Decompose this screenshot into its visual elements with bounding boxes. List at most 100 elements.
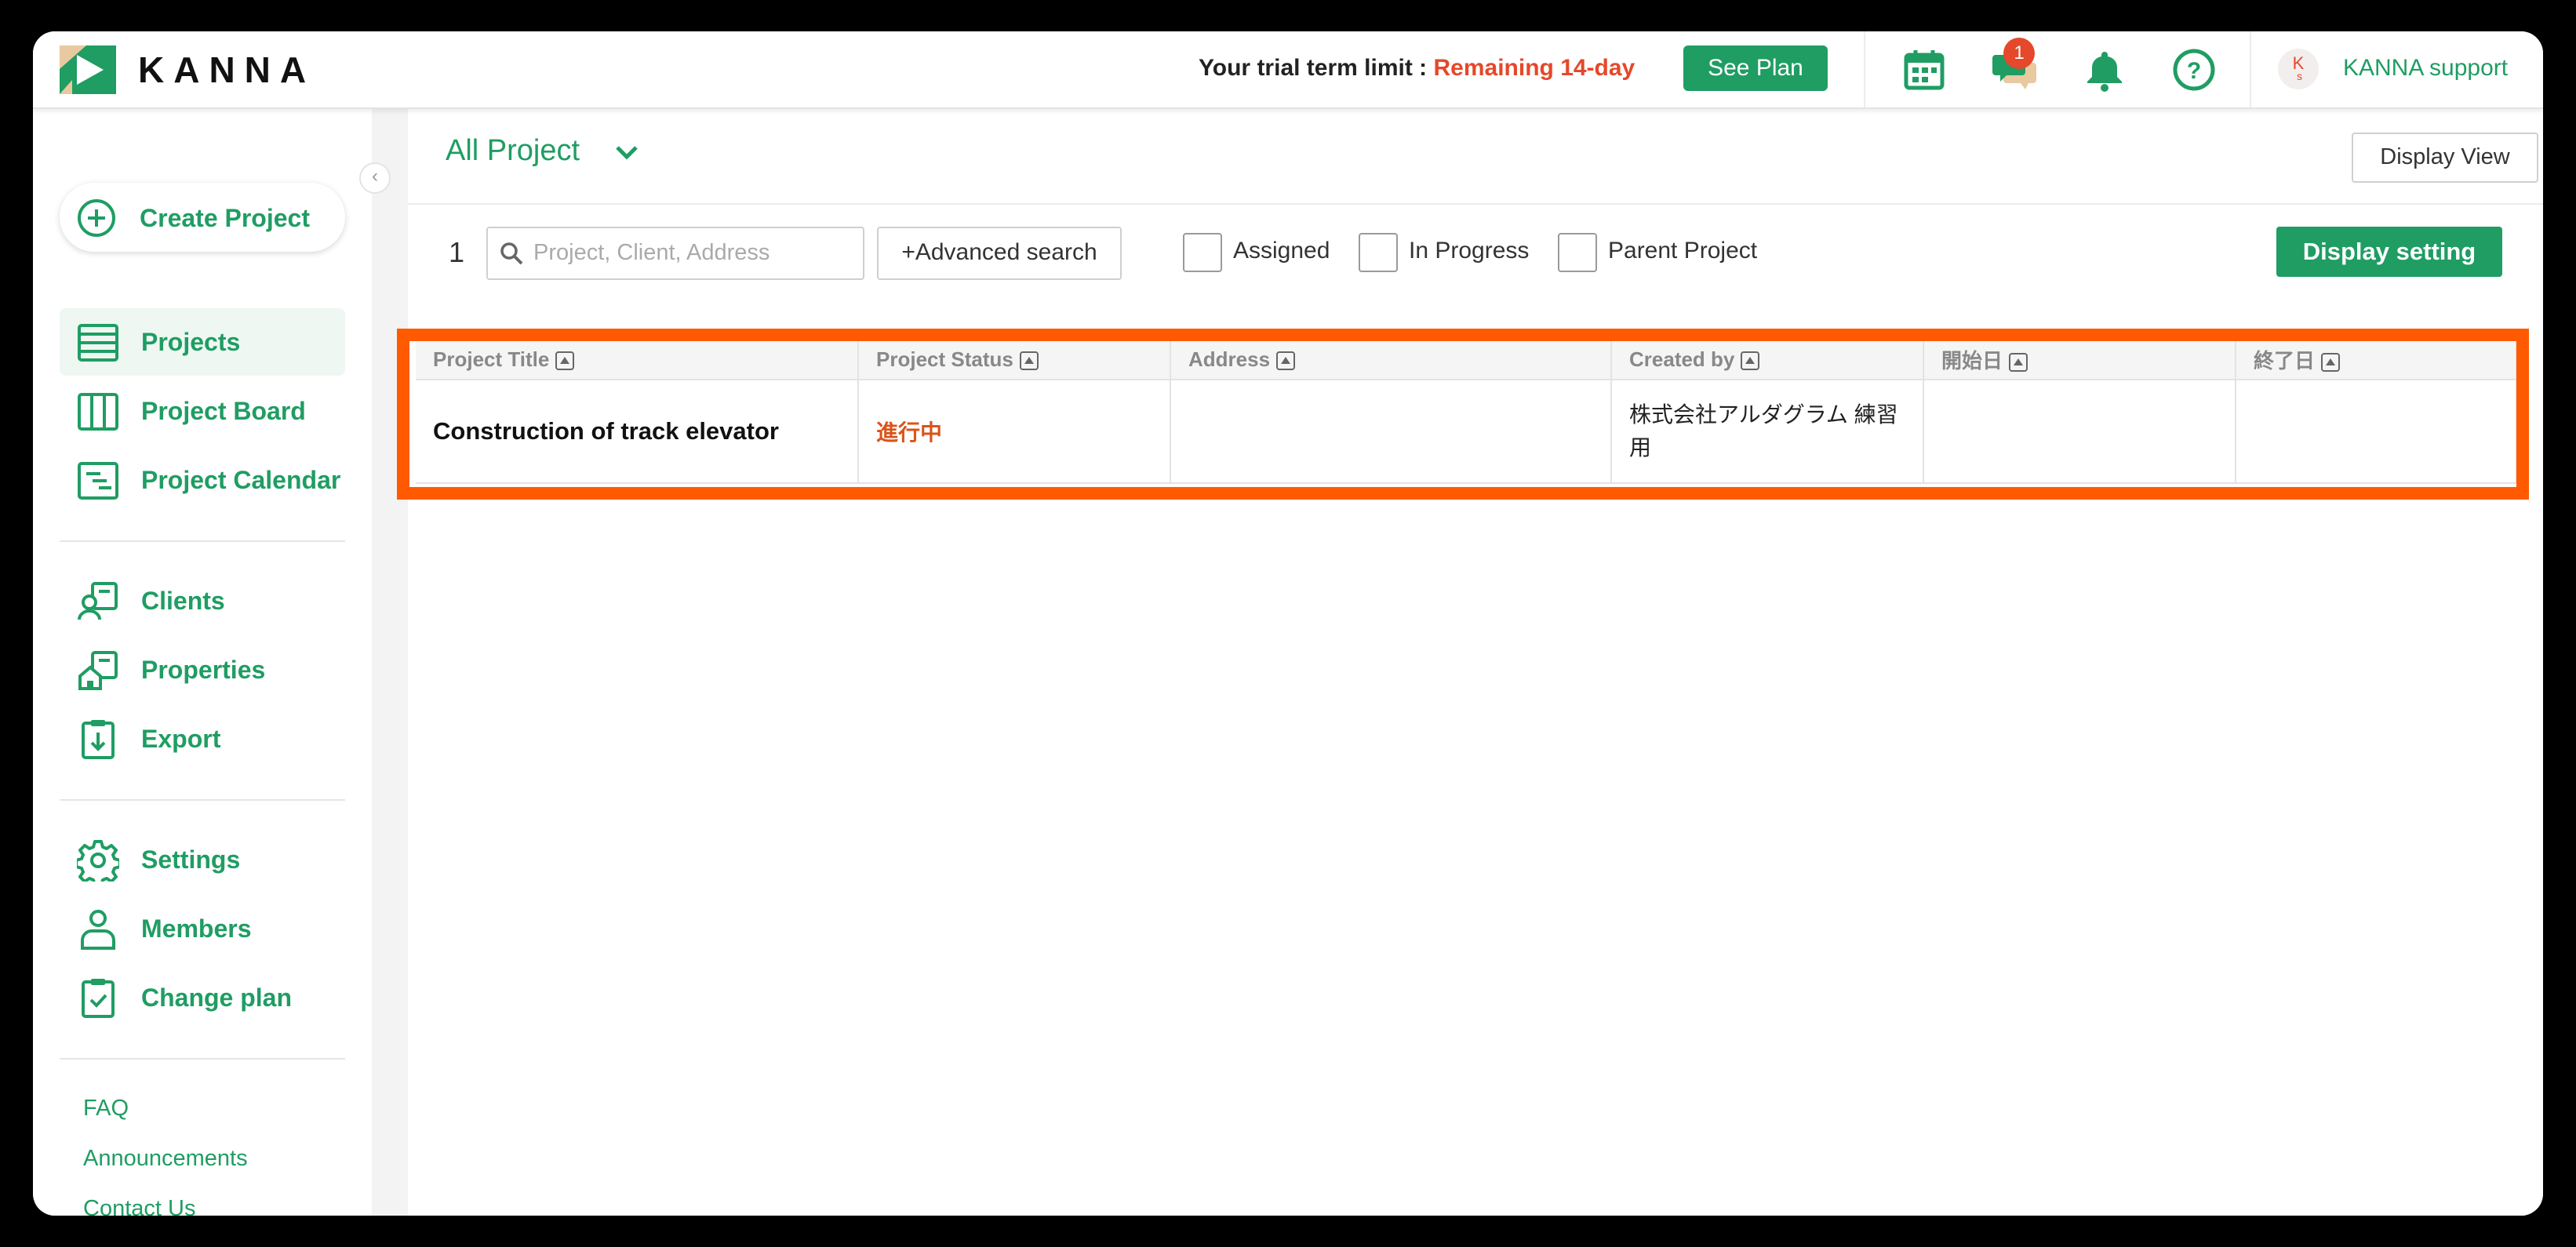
topbar-divider	[1864, 31, 1865, 107]
column-header-label: Project Status	[876, 347, 1013, 371]
cell-project-title[interactable]: Construction of track elevator	[416, 380, 859, 484]
project-table: Project Title Project Status Address Cre…	[416, 340, 2517, 484]
create-project-label: Create Project	[140, 204, 310, 232]
help-icon[interactable]: ?	[2170, 45, 2218, 94]
sidebar-item-label: Projects	[141, 328, 241, 356]
sidebar-divider	[60, 799, 345, 801]
sidebar-item-members[interactable]: Members	[60, 895, 345, 962]
plus-circle-icon	[78, 199, 115, 237]
sidebar-item-project-board[interactable]: Project Board	[60, 377, 345, 445]
sidebar-item-label: Clients	[141, 587, 225, 615]
calendar-icon	[78, 462, 118, 500]
gear-icon	[77, 840, 119, 882]
main-area: All Project Display View 1 +Advanced sea…	[372, 107, 2543, 1216]
sidebar-item-change-plan[interactable]: Change plan	[60, 964, 345, 1031]
sidebar-item-label: Settings	[141, 845, 241, 874]
sidebar-item-settings[interactable]: Settings	[60, 826, 345, 893]
cell-start-date	[1923, 380, 2236, 484]
faq-link[interactable]: FAQ	[83, 1096, 129, 1122]
column-header-label: 終了日	[2254, 348, 2316, 373]
sidebar-item-label: Members	[141, 914, 252, 943]
parent-project-checkbox[interactable]	[1558, 233, 1597, 272]
app-window: KANNA Your trial term limit : Remaining …	[33, 31, 2543, 1216]
list-icon	[78, 324, 118, 362]
assigned-checkbox[interactable]	[1183, 233, 1222, 272]
trial-label: Your trial term limit :	[1199, 55, 1434, 81]
display-setting-button[interactable]: Display setting	[2276, 227, 2502, 277]
plus-icon: +	[901, 239, 915, 265]
column-header-label: 開始日	[1941, 348, 2003, 373]
kanna-logo-icon[interactable]	[60, 45, 116, 94]
advanced-search-button[interactable]: +Advanced search	[877, 227, 1122, 280]
sidebar-item-label: Project Board	[141, 397, 306, 425]
table-row[interactable]: Construction of track elevator 進行中 株式会社ア…	[416, 380, 2517, 484]
column-header-label: Address	[1188, 347, 1271, 371]
sort-icon[interactable]	[2321, 352, 2341, 372]
collapse-sidebar-button[interactable]: ‹	[359, 162, 391, 194]
column-header-end-date[interactable]: 終了日	[2236, 340, 2517, 380]
see-plan-button[interactable]: See Plan	[1683, 45, 1828, 91]
board-icon	[78, 393, 118, 431]
property-icon	[78, 651, 118, 690]
bell-icon[interactable]	[2080, 45, 2129, 94]
search-icon	[500, 242, 523, 265]
advanced-search-label: Advanced search	[915, 239, 1097, 265]
cell-address	[1170, 380, 1612, 484]
sidebar-item-projects[interactable]: Projects	[60, 308, 345, 376]
chevron-down-icon[interactable]	[615, 145, 639, 161]
sidebar-divider	[60, 1058, 345, 1060]
contact-us-link[interactable]: Contact Us	[83, 1196, 195, 1216]
parent-project-label[interactable]: Parent Project	[1608, 238, 1757, 264]
sort-icon[interactable]	[555, 351, 575, 370]
column-header-address[interactable]: Address	[1170, 340, 1612, 380]
search-input[interactable]	[532, 234, 857, 271]
in-progress-label[interactable]: In Progress	[1409, 238, 1529, 264]
cell-end-date	[2236, 380, 2517, 484]
user-name[interactable]: KANNA support	[2343, 55, 2508, 82]
cell-created-by: 株式会社アルダグラム 練習用	[1611, 380, 1924, 484]
sidebar-item-properties[interactable]: Properties	[60, 636, 345, 703]
sort-icon[interactable]	[2009, 352, 2028, 372]
avatar[interactable]: Ks	[2278, 49, 2319, 89]
sidebar-divider	[60, 540, 345, 542]
chat-badge: 1	[2003, 38, 2035, 69]
sidebar-item-clients[interactable]: Clients	[60, 567, 345, 634]
display-view-button[interactable]: Display View	[2352, 133, 2538, 183]
clipboard-check-icon	[82, 979, 115, 1018]
assigned-label[interactable]: Assigned	[1233, 238, 1330, 264]
view-title[interactable]: All Project	[446, 134, 580, 168]
column-header-label: Project Title	[433, 347, 550, 371]
column-header-project-title[interactable]: Project Title	[416, 340, 859, 380]
column-header-label: Created by	[1629, 347, 1735, 371]
column-header-created-by[interactable]: Created by	[1611, 340, 1924, 380]
sidebar-item-export[interactable]: Export	[60, 705, 345, 773]
topbar-divider	[2250, 31, 2251, 107]
table-header-row: Project Title Project Status Address Cre…	[416, 340, 2517, 380]
trial-remaining: Remaining 14-day	[1433, 55, 1635, 81]
sidebar-item-label: Change plan	[141, 983, 293, 1012]
top-bar: KANNA Your trial term limit : Remaining …	[33, 31, 2543, 109]
calendar-icon[interactable]	[1900, 45, 1948, 94]
svg-text:?: ?	[2187, 58, 2201, 84]
avatar-sub: s	[2297, 70, 2302, 82]
export-icon	[82, 720, 115, 759]
person-icon	[81, 910, 115, 950]
cell-project-status: 進行中	[858, 380, 1171, 484]
create-project-button[interactable]: Create Project	[60, 183, 345, 252]
sidebar: ‹ Create Project Projects Project Board …	[33, 107, 391, 1216]
sort-icon[interactable]	[1276, 351, 1296, 370]
sidebar-item-label: Export	[141, 725, 221, 753]
search-box[interactable]	[486, 227, 864, 280]
sidebar-item-project-calendar[interactable]: Project Calendar	[60, 446, 345, 514]
sort-icon[interactable]	[1019, 351, 1039, 370]
announcements-link[interactable]: Announcements	[83, 1146, 248, 1172]
column-header-project-status[interactable]: Project Status	[858, 340, 1171, 380]
project-panel: All Project Display View 1 +Advanced sea…	[397, 107, 2543, 1216]
result-count: 1	[449, 236, 465, 268]
trial-limit: Your trial term limit : Remaining 14-day	[1199, 55, 1635, 82]
column-header-start-date[interactable]: 開始日	[1923, 340, 2236, 380]
logo-text: KANNA	[138, 49, 316, 90]
in-progress-checkbox[interactable]	[1359, 233, 1398, 272]
sort-icon[interactable]	[1741, 351, 1760, 370]
header-divider	[408, 203, 2543, 205]
